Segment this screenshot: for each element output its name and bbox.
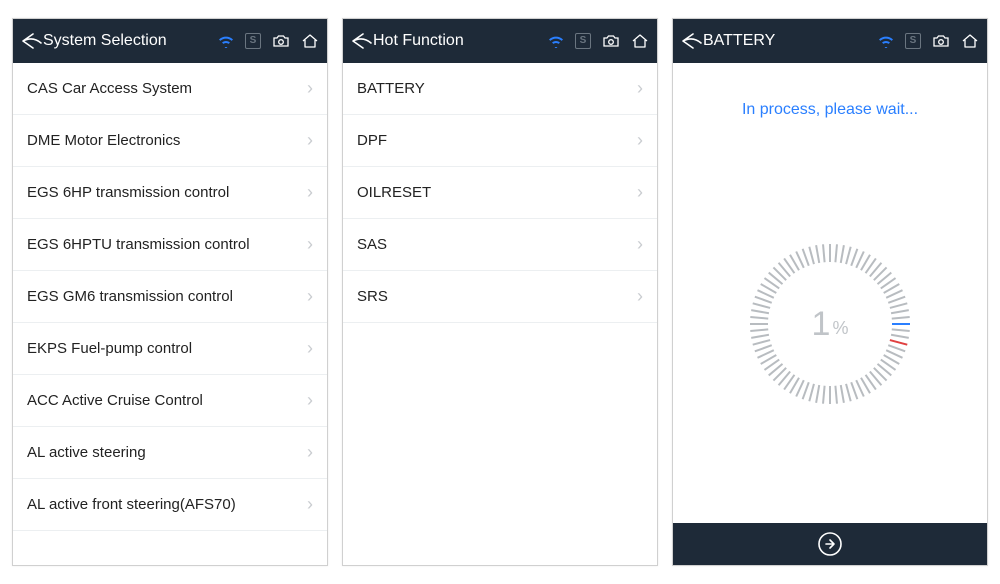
chevron-right-icon: › — [307, 78, 313, 99]
chevron-right-icon: › — [637, 286, 643, 307]
list-item[interactable]: EGS GM6 transmission control › — [13, 271, 327, 323]
header-icons: S — [547, 33, 649, 49]
list-item[interactable]: SRS › — [343, 271, 657, 323]
camera-icon[interactable] — [271, 33, 291, 49]
home-icon[interactable] — [301, 33, 319, 49]
list-item-label: DME Motor Electronics — [27, 132, 180, 149]
list-item[interactable]: SAS › — [343, 219, 657, 271]
back-button[interactable]: Hot Function — [349, 30, 547, 52]
system-list: CAS Car Access System › DME Motor Electro… — [13, 63, 327, 565]
list-item-label: EGS 6HPTU transmission control — [27, 236, 250, 253]
camera-icon[interactable] — [931, 33, 951, 49]
header: System Selection S — [13, 19, 327, 63]
list-item[interactable]: DME Motor Electronics › — [13, 115, 327, 167]
back-button[interactable]: BATTERY — [679, 30, 877, 52]
s-icon[interactable]: S — [575, 33, 591, 49]
progress-spinner: 1 % — [745, 239, 915, 409]
list-item[interactable]: EGS 6HP transmission control › — [13, 167, 327, 219]
header-icons: S — [217, 33, 319, 49]
list-item-label: EKPS Fuel-pump control — [27, 340, 192, 357]
page-title: Hot Function — [373, 32, 464, 50]
s-icon[interactable]: S — [245, 33, 261, 49]
page-title: BATTERY — [703, 32, 775, 50]
percent-sign: % — [832, 318, 848, 339]
list-item-label: EGS 6HP transmission control — [27, 184, 229, 201]
chevron-right-icon: › — [307, 130, 313, 151]
s-icon[interactable]: S — [905, 33, 921, 49]
back-arrow-icon — [19, 30, 45, 52]
process-text: In process, please wait... — [742, 101, 918, 119]
percent-number: 1 — [812, 305, 831, 344]
list-item-label: OILRESET — [357, 184, 431, 201]
home-icon[interactable] — [631, 33, 649, 49]
chevron-right-icon: › — [307, 286, 313, 307]
chevron-right-icon: › — [637, 78, 643, 99]
chevron-right-icon: › — [637, 182, 643, 203]
back-arrow-icon — [349, 30, 375, 52]
wifi-icon[interactable] — [877, 34, 895, 48]
chevron-right-icon: › — [307, 442, 313, 463]
header: Hot Function S — [343, 19, 657, 63]
list-item[interactable]: EKPS Fuel-pump control › — [13, 323, 327, 375]
progress-value: 1 % — [745, 239, 915, 409]
screen-system-selection: System Selection S CAS Car Access System… — [12, 18, 328, 566]
list-item-label: CAS Car Access System — [27, 80, 192, 97]
header: BATTERY S — [673, 19, 987, 63]
list-item[interactable]: DPF › — [343, 115, 657, 167]
arrow-right-circle-icon — [816, 530, 844, 558]
list-item[interactable]: AL active steering › — [13, 427, 327, 479]
screen-battery: BATTERY S In process, please wait... 1 % — [672, 18, 988, 566]
chevron-right-icon: › — [307, 390, 313, 411]
list-item-label: SRS — [357, 288, 388, 305]
list-item-label: BATTERY — [357, 80, 425, 97]
chevron-right-icon: › — [307, 234, 313, 255]
camera-icon[interactable] — [601, 33, 621, 49]
list-item-label: ACC Active Cruise Control — [27, 392, 203, 409]
back-button[interactable]: System Selection — [19, 30, 217, 52]
chevron-right-icon: › — [307, 494, 313, 515]
wifi-icon[interactable] — [217, 34, 235, 48]
home-icon[interactable] — [961, 33, 979, 49]
progress-area: In process, please wait... 1 % — [673, 63, 987, 523]
list-item-label: SAS — [357, 236, 387, 253]
header-icons: S — [877, 33, 979, 49]
list-item[interactable]: EGS 6HPTU transmission control › — [13, 219, 327, 271]
chevron-right-icon: › — [637, 234, 643, 255]
list-item[interactable]: CAS Car Access System › — [13, 63, 327, 115]
list-item-label: AL active front steering(AFS70) — [27, 496, 236, 513]
chevron-right-icon: › — [307, 182, 313, 203]
screen-hot-function: Hot Function S BATTERY › DPF › OILRESET › S… — [342, 18, 658, 566]
list-item[interactable]: ACC Active Cruise Control › — [13, 375, 327, 427]
chevron-right-icon: › — [637, 130, 643, 151]
list-item[interactable]: AL active front steering(AFS70) › — [13, 479, 327, 531]
list-item-label: EGS GM6 transmission control — [27, 288, 233, 305]
list-item-label: AL active steering — [27, 444, 146, 461]
next-button[interactable] — [673, 523, 987, 565]
page-title: System Selection — [43, 32, 167, 50]
chevron-right-icon: › — [307, 338, 313, 359]
function-list: BATTERY › DPF › OILRESET › SAS › SRS › — [343, 63, 657, 565]
back-arrow-icon — [679, 30, 705, 52]
list-item[interactable]: OILRESET › — [343, 167, 657, 219]
list-item-label: DPF — [357, 132, 387, 149]
wifi-icon[interactable] — [547, 34, 565, 48]
list-item[interactable]: BATTERY › — [343, 63, 657, 115]
